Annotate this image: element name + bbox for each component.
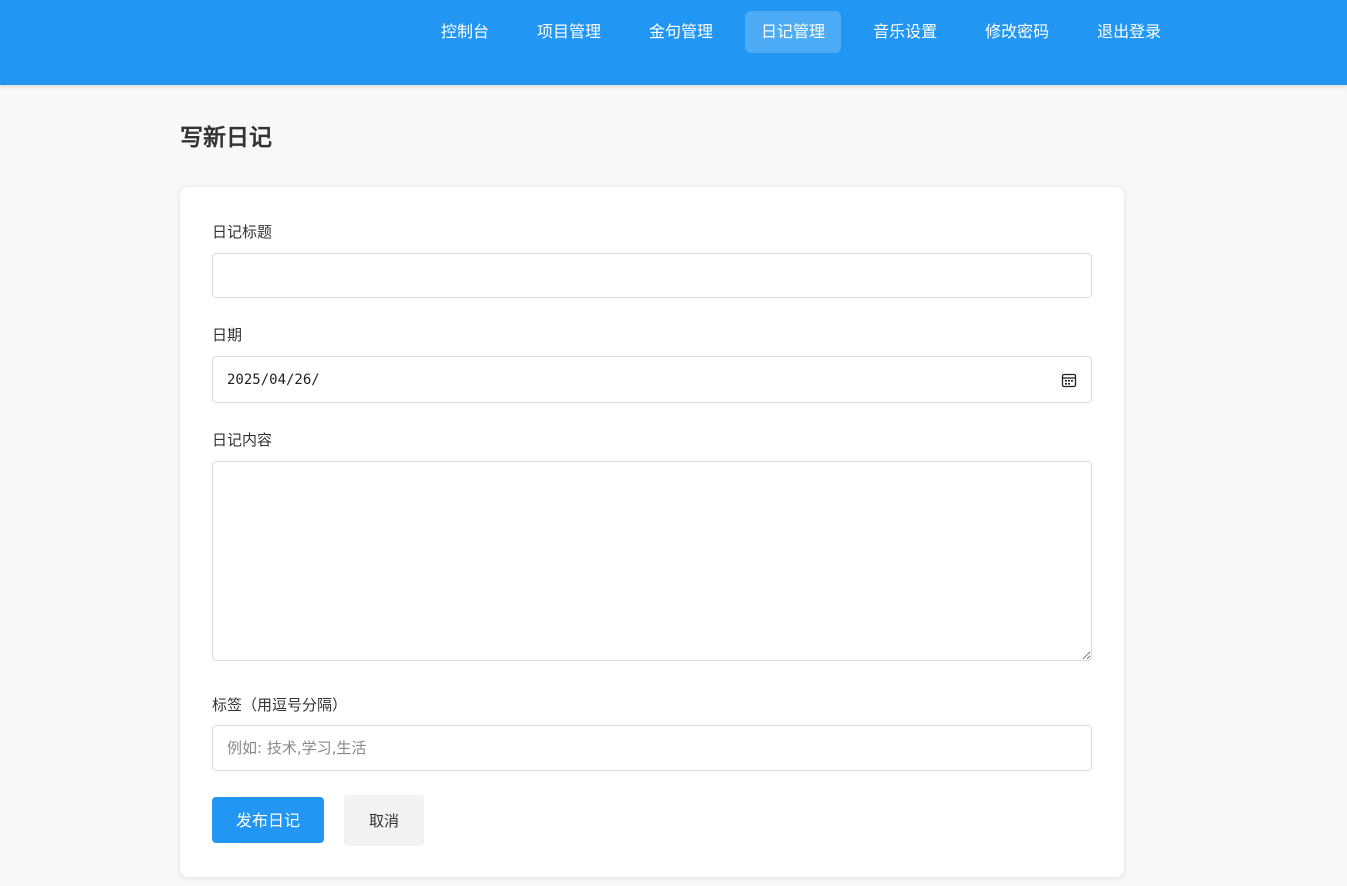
tags-label: 标签（用逗号分隔） (212, 696, 348, 714)
content-textarea[interactable] (212, 461, 1092, 661)
diary-form-card: 日记标题 日期 2025/04/26/ 日记内容 标签（用逗号分隔） 发布日记 … (180, 187, 1124, 877)
cancel-button[interactable]: 取消 (344, 795, 424, 846)
nav-item-projects[interactable]: 项目管理 (521, 11, 617, 53)
nav-item-change-password[interactable]: 修改密码 (969, 11, 1065, 53)
content-label: 日记内容 (212, 431, 273, 449)
nav-item-diary[interactable]: 日记管理 (745, 11, 842, 53)
calendar-icon[interactable] (1061, 372, 1077, 388)
page-title: 写新日记 (180, 125, 272, 151)
title-label: 日记标题 (212, 223, 273, 241)
publish-diary-button[interactable]: 发布日记 (212, 797, 324, 843)
date-label: 日期 (212, 326, 243, 344)
nav-item-logout[interactable]: 退出登录 (1081, 11, 1177, 53)
date-input[interactable]: 2025/04/26/ (212, 356, 1092, 403)
date-value: 2025/04/26/ (227, 371, 320, 388)
title-input[interactable] (212, 253, 1092, 298)
main-nav: 控制台 项目管理 金句管理 日记管理 音乐设置 修改密码 退出登录 (425, 11, 1177, 53)
nav-item-music-settings[interactable]: 音乐设置 (857, 11, 953, 53)
nav-item-quotes[interactable]: 金句管理 (633, 11, 729, 53)
top-navbar: 控制台 项目管理 金句管理 日记管理 音乐设置 修改密码 退出登录 (0, 0, 1347, 85)
tags-input[interactable] (212, 725, 1092, 771)
nav-item-dashboard[interactable]: 控制台 (425, 11, 505, 53)
